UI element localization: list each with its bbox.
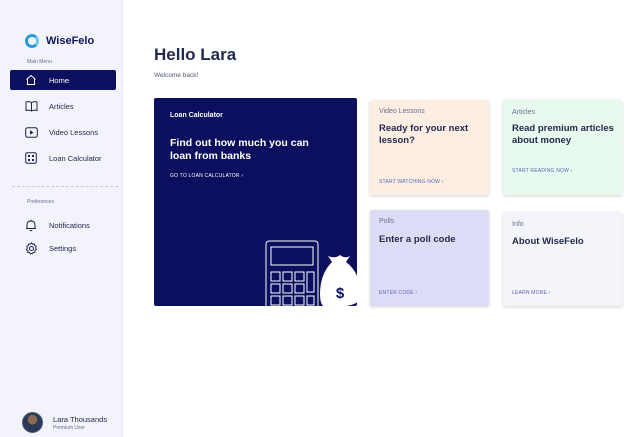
calculator-icon [24,151,38,165]
card-title: Read premium articles about money [512,123,614,146]
card-link-text: LEARN MORE [512,290,548,296]
book-icon [24,99,38,113]
brand[interactable]: WiseFelo [25,34,94,48]
info-card[interactable]: Info About WiseFelo LEARN MORE › [503,212,622,306]
page-title: Hello Lara [154,45,237,64]
card-link-text: START WATCHING NOW [379,179,441,185]
home-icon [24,73,38,87]
card-category: Video Lessons [379,108,425,115]
start-watching-link[interactable]: START WATCHING NOW › [379,179,444,185]
play-icon [24,125,38,139]
sidebar-divider [12,186,118,187]
card-link-text: START READING NOW [512,168,570,174]
articles-card[interactable]: Articles Read premium articles about mon… [503,100,622,195]
wisefelo-logo-icon [25,34,39,48]
main-menu-label: Main Menu [27,59,52,65]
sidebar-item-articles[interactable]: Articles [10,96,116,116]
gear-icon [24,241,38,255]
chevron-right-icon: › [413,290,418,296]
loan-calculator-hero-card[interactable]: Loan Calculator Find out how much you ca… [154,98,357,306]
sidebar-item-settings[interactable]: Settings [10,238,116,258]
sidebar: WiseFelo Main Menu Home Articles Video L… [0,0,123,437]
card-category: Info [512,221,524,228]
calculator-money-bag-illustration: $ [265,240,357,306]
card-title: About WiseFelo [512,236,584,247]
sidebar-item-label: Video Lessons [49,127,99,137]
hero-title: Find out how much you can loan from bank… [170,137,309,162]
start-reading-link[interactable]: START READING NOW › [512,168,573,174]
sidebar-item-loan-calculator[interactable]: Loan Calculator [10,148,116,168]
sidebar-item-label: Articles [49,101,74,111]
sidebar-item-label: Home [49,75,70,85]
svg-text:$: $ [336,285,345,302]
video-lessons-card[interactable]: Video Lessons Ready for your next lesson… [370,100,489,195]
chevron-right-icon: › [547,290,551,296]
sidebar-item-label: Notifications [49,220,90,230]
sidebar-item-label: Loan Calculator [49,153,102,163]
user-role: Premium User [53,424,85,431]
hero-link-text: GO TO LOAN CALCULATOR [170,173,240,179]
card-category: Polls [379,218,395,225]
bell-icon [24,218,38,232]
chevron-right-icon: › [569,168,573,174]
brand-name: WiseFelo [46,35,95,47]
card-category: Articles [512,109,535,116]
user-profile[interactable]: Lara Thousands Premium User [22,412,107,433]
sidebar-item-home[interactable]: Home [10,70,116,90]
user-name: Lara Thousands [53,414,108,424]
card-link-text: ENTER CODE [379,290,414,296]
hero-label: Loan Calculator [170,112,223,119]
card-title: Ready for your next lesson? [379,123,469,146]
sidebar-item-label: Settings [49,243,77,253]
enter-code-link[interactable]: ENTER CODE › [379,290,417,296]
avatar [22,412,43,433]
go-to-loan-calculator-link[interactable]: GO TO LOAN CALCULATOR › [170,173,243,179]
chevron-right-icon: › [239,173,244,179]
preferences-label: Preferences [27,199,54,205]
card-title: Enter a poll code [379,234,456,245]
sidebar-item-video-lessons[interactable]: Video Lessons [10,122,116,142]
sidebar-item-notifications[interactable]: Notifications [10,215,116,235]
polls-card[interactable]: Polls Enter a poll code ENTER CODE › [370,210,489,306]
learn-more-link[interactable]: LEARN MORE › [512,290,551,296]
chevron-right-icon: › [440,179,444,185]
welcome-text: Welcome back! [154,72,199,79]
